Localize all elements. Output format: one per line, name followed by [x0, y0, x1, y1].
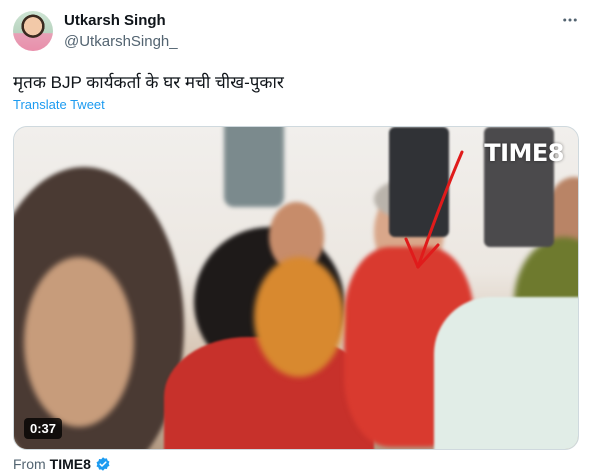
scene-figure-left-face: [24, 257, 134, 427]
verified-badge-icon: [96, 457, 110, 471]
video-duration: 0:37: [24, 418, 63, 439]
from-label: From: [13, 456, 46, 472]
author-avatar[interactable]: [13, 11, 53, 51]
scene-hanging-cloth: [224, 127, 284, 207]
scene-foreground-right: [434, 297, 578, 449]
author-display-name[interactable]: Utkarsh Singh: [64, 12, 166, 29]
translate-tweet-link[interactable]: Translate Tweet: [13, 97, 105, 112]
video-player[interactable]: TIME8 0:37: [13, 126, 579, 450]
watermark-text: TIME8: [484, 139, 564, 167]
source-attribution: From TIME8: [13, 456, 111, 472]
scene-woman-left-bg-body: [254, 257, 344, 377]
channel-watermark: TIME8: [484, 128, 575, 167]
more-options-button[interactable]: [560, 10, 580, 30]
tweet-text: मृतक BJP कार्यकर्ता के घर मची चीख-पुकार: [13, 73, 284, 92]
annotation-arrow-icon: [404, 150, 464, 269]
author-handle[interactable]: @UtkarshSingh_: [64, 33, 178, 50]
source-name-link[interactable]: TIME8: [50, 456, 91, 472]
more-horizontal-icon: [563, 18, 577, 22]
